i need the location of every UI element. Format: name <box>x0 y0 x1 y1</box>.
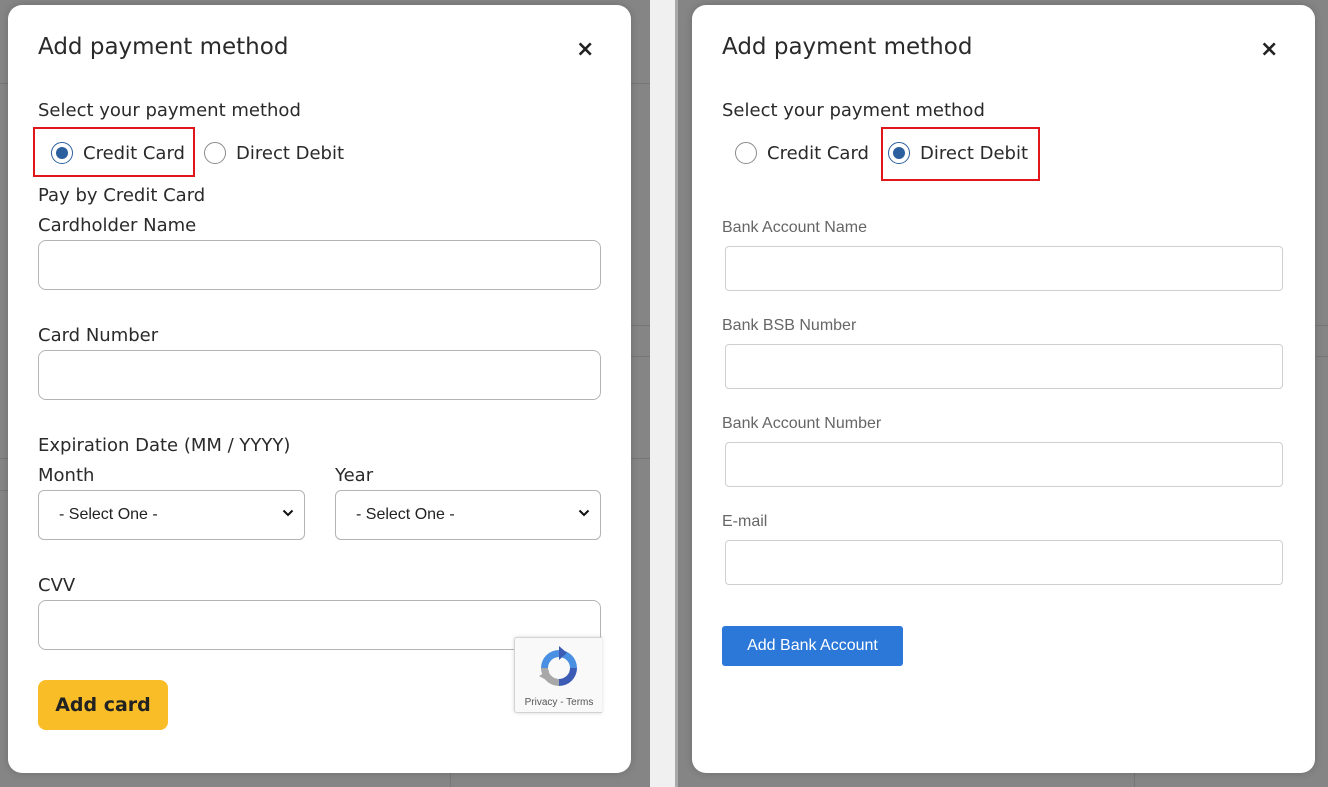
month-select-value: - Select One - <box>59 506 158 523</box>
bank-account-name-input[interactable] <box>725 246 1283 291</box>
radio-direct-debit-label[interactable]: Direct Debit <box>236 143 344 164</box>
section-title: Pay by Credit Card <box>38 185 206 206</box>
bank-bsb-label: Bank BSB Number <box>722 317 857 334</box>
backdrop-rule <box>0 458 8 459</box>
bank-account-name-label: Bank Account Name <box>722 219 867 236</box>
radio-credit-card-label[interactable]: Credit Card <box>767 143 869 164</box>
year-select[interactable]: - Select One - <box>335 490 601 540</box>
chevron-down-icon <box>282 509 294 517</box>
month-label: Month <box>38 465 95 486</box>
radio-direct-debit-label[interactable]: Direct Debit <box>920 143 1028 164</box>
backdrop-gap <box>650 0 678 787</box>
add-bank-account-button[interactable]: Add Bank Account <box>722 626 903 666</box>
backdrop-rule <box>0 490 8 491</box>
email-label: E-mail <box>722 513 768 530</box>
close-icon[interactable]: × <box>576 37 594 62</box>
recaptcha-separator: - <box>557 697 567 708</box>
cardholder-name-label: Cardholder Name <box>38 215 197 236</box>
chevron-down-icon <box>578 509 590 517</box>
recaptcha-links: Privacy - Terms <box>515 697 603 708</box>
radio-credit-card[interactable] <box>735 142 757 164</box>
payment-method-prompt: Select your payment method <box>722 100 985 121</box>
cvv-label: CVV <box>38 575 76 596</box>
add-payment-modal-credit-card: Add payment method × Select your payment… <box>8 5 631 773</box>
backdrop-rule <box>1134 773 1135 787</box>
add-card-button[interactable]: Add card <box>38 680 168 730</box>
screenshot-stage: Add payment method × Select your payment… <box>0 0 1328 787</box>
close-icon[interactable]: × <box>1260 37 1278 62</box>
radio-direct-debit[interactable] <box>204 142 226 164</box>
expiration-date-label: Expiration Date (MM / YYYY) <box>38 435 291 456</box>
add-payment-modal-direct-debit: Add payment method × Select your payment… <box>692 5 1315 773</box>
modal-title: Add payment method <box>38 34 289 60</box>
recaptcha-logo-icon <box>539 646 577 686</box>
year-select-value: - Select One - <box>356 506 455 523</box>
radio-credit-card[interactable] <box>51 142 73 164</box>
recaptcha-terms-link[interactable]: Terms <box>566 697 593 708</box>
radio-credit-card-label[interactable]: Credit Card <box>83 143 185 164</box>
modal-title: Add payment method <box>722 34 973 60</box>
payment-method-prompt: Select your payment method <box>38 100 301 121</box>
email-input[interactable] <box>725 540 1283 585</box>
month-select[interactable]: - Select One - <box>38 490 305 540</box>
card-number-label: Card Number <box>38 325 159 346</box>
year-label: Year <box>335 465 374 486</box>
backdrop-rule <box>631 458 650 459</box>
backdrop-rule <box>1315 325 1328 326</box>
bank-account-number-label: Bank Account Number <box>722 415 882 432</box>
backdrop-rule <box>631 325 650 326</box>
card-number-input[interactable] <box>38 350 601 400</box>
cardholder-name-input[interactable] <box>38 240 601 290</box>
bank-bsb-input[interactable] <box>725 344 1283 389</box>
radio-direct-debit[interactable] <box>888 142 910 164</box>
backdrop-rule <box>1315 356 1328 357</box>
recaptcha-privacy-link[interactable]: Privacy <box>525 697 558 708</box>
backdrop-rule <box>450 773 451 787</box>
bank-account-number-input[interactable] <box>725 442 1283 487</box>
backdrop-rule <box>631 356 650 357</box>
recaptcha-badge[interactable]: Privacy - Terms <box>514 637 602 713</box>
